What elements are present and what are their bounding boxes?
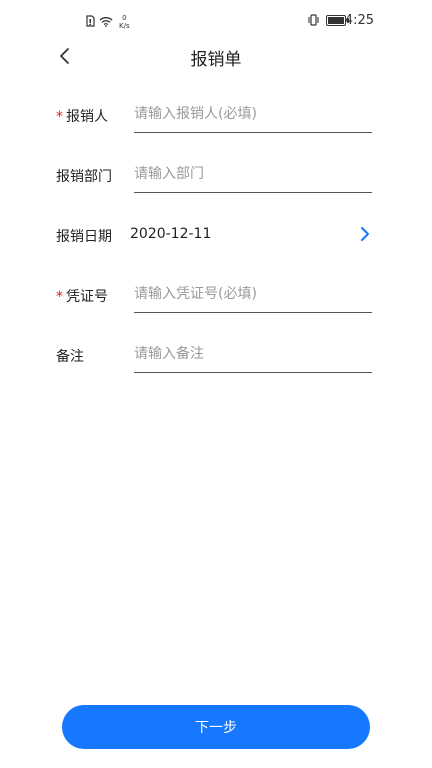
department-field	[134, 158, 372, 193]
reimburser-label: * 报销人	[56, 106, 108, 126]
voucher-label-text: 凭证号	[66, 289, 108, 305]
voucher-field	[134, 278, 372, 313]
next-button[interactable]: 下一步	[62, 705, 370, 749]
network-speed-unit: K/s	[119, 21, 130, 30]
status-time: 4:25	[344, 13, 374, 28]
reimburser-input[interactable]	[134, 98, 372, 130]
page-title: 报销单	[190, 50, 242, 70]
department-label: 报销部门	[56, 169, 112, 185]
voucher-label: * 凭证号	[56, 286, 108, 306]
department-input[interactable]	[134, 158, 372, 190]
remarks-label: 备注	[56, 349, 84, 365]
network-speed-value: 0	[122, 13, 127, 22]
remarks-input[interactable]	[134, 338, 372, 370]
form-row-department: 报销部门	[56, 158, 372, 198]
required-mark: *	[56, 109, 63, 125]
network-speed: 0 K/s	[119, 14, 130, 30]
vibrate-icon	[307, 11, 320, 30]
reimburser-label-text: 报销人	[66, 109, 108, 125]
required-mark: *	[56, 289, 63, 305]
date-label: 报销日期	[56, 229, 112, 245]
header: 报销单	[0, 40, 432, 72]
wifi-icon	[99, 12, 113, 31]
status-bar: 0 K/s 4:25	[0, 0, 432, 40]
battery-icon	[326, 15, 349, 26]
form-row-remarks: 备注	[56, 338, 372, 378]
status-bar-right	[307, 11, 349, 30]
remarks-field	[134, 338, 372, 373]
form-row-date[interactable]: 报销日期 2020-12-11	[56, 218, 372, 258]
reimburser-field	[134, 98, 372, 133]
form-row-voucher: * 凭证号	[56, 278, 372, 318]
chevron-right-icon[interactable]	[358, 224, 372, 244]
date-value[interactable]: 2020-12-11	[130, 226, 211, 242]
voucher-input[interactable]	[134, 278, 372, 310]
sim-icon	[86, 12, 95, 31]
form-row-reimburser: * 报销人	[56, 98, 372, 138]
status-bar-left: 0 K/s	[86, 12, 130, 31]
